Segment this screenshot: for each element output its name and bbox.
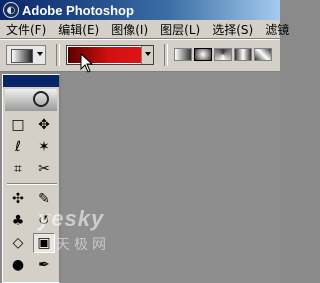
photoshop-app-icon[interactable]: ◐ [3,2,19,18]
gradient-dropdown-button[interactable] [141,46,153,64]
toolbox-panel: □ ✥ ℓ ✶ ⌗ ✂ ✣ ✎ ♣ ↺ ◇ ▣ ● ✒ [2,74,60,283]
dodge-tool-icon[interactable]: ✒ [33,255,55,275]
menu-bar: 文件(F) 编辑(E) 图像(I) 图层(L) 选择(S) 滤镜 [0,20,289,39]
mouse-cursor-icon [80,53,94,73]
photoshop-eye-icon [33,91,49,107]
diamond-gradient-button[interactable] [254,48,272,61]
options-bar [0,39,280,72]
clone-stamp-tool-icon[interactable]: ♣ [7,211,29,231]
slice-tool-icon[interactable]: ✂ [33,159,55,179]
crop-tool-icon[interactable]: ⌗ [7,159,29,179]
menu-image[interactable]: 图像(I) [105,21,154,38]
lasso-tool-icon[interactable]: ℓ [7,137,29,157]
chevron-down-icon [37,52,43,56]
magic-wand-tool-icon[interactable]: ✶ [33,137,55,157]
divider [7,183,57,185]
watermark-cn: 天极网 [56,237,110,253]
divider [56,44,60,66]
menu-file[interactable]: 文件(F) [0,21,52,38]
gradient-tool-icon[interactable]: ▣ [33,233,55,253]
menu-edit[interactable]: 编辑(E) [52,21,105,38]
tool-preset-picker[interactable] [6,45,46,65]
angle-gradient-button[interactable] [214,48,232,61]
menu-select[interactable]: 选择(S) [206,21,259,38]
move-tool-icon[interactable]: ✥ [33,115,55,135]
menu-layer[interactable]: 图层(L) [154,21,206,38]
chevron-down-icon [145,52,151,56]
eraser-tool-icon[interactable]: ◇ [7,233,29,253]
watermark-brand: yesky [38,206,105,231]
preset-gradient-swatch [11,49,33,63]
divider [164,44,168,66]
toolbox-title-bar[interactable] [3,75,59,87]
window-title: Adobe Photoshop [22,2,134,18]
radial-gradient-button[interactable] [194,48,212,61]
menu-filter[interactable]: 滤镜 [259,21,295,38]
reflected-gradient-button[interactable] [234,48,252,61]
healing-brush-tool-icon[interactable]: ✣ [7,189,29,209]
toolbox-logo[interactable] [5,89,57,111]
marquee-tool-icon[interactable]: □ [7,115,29,135]
blur-tool-icon[interactable]: ● [7,255,29,275]
title-bar: ◐ Adobe Photoshop [0,0,280,20]
linear-gradient-button[interactable] [174,48,192,61]
